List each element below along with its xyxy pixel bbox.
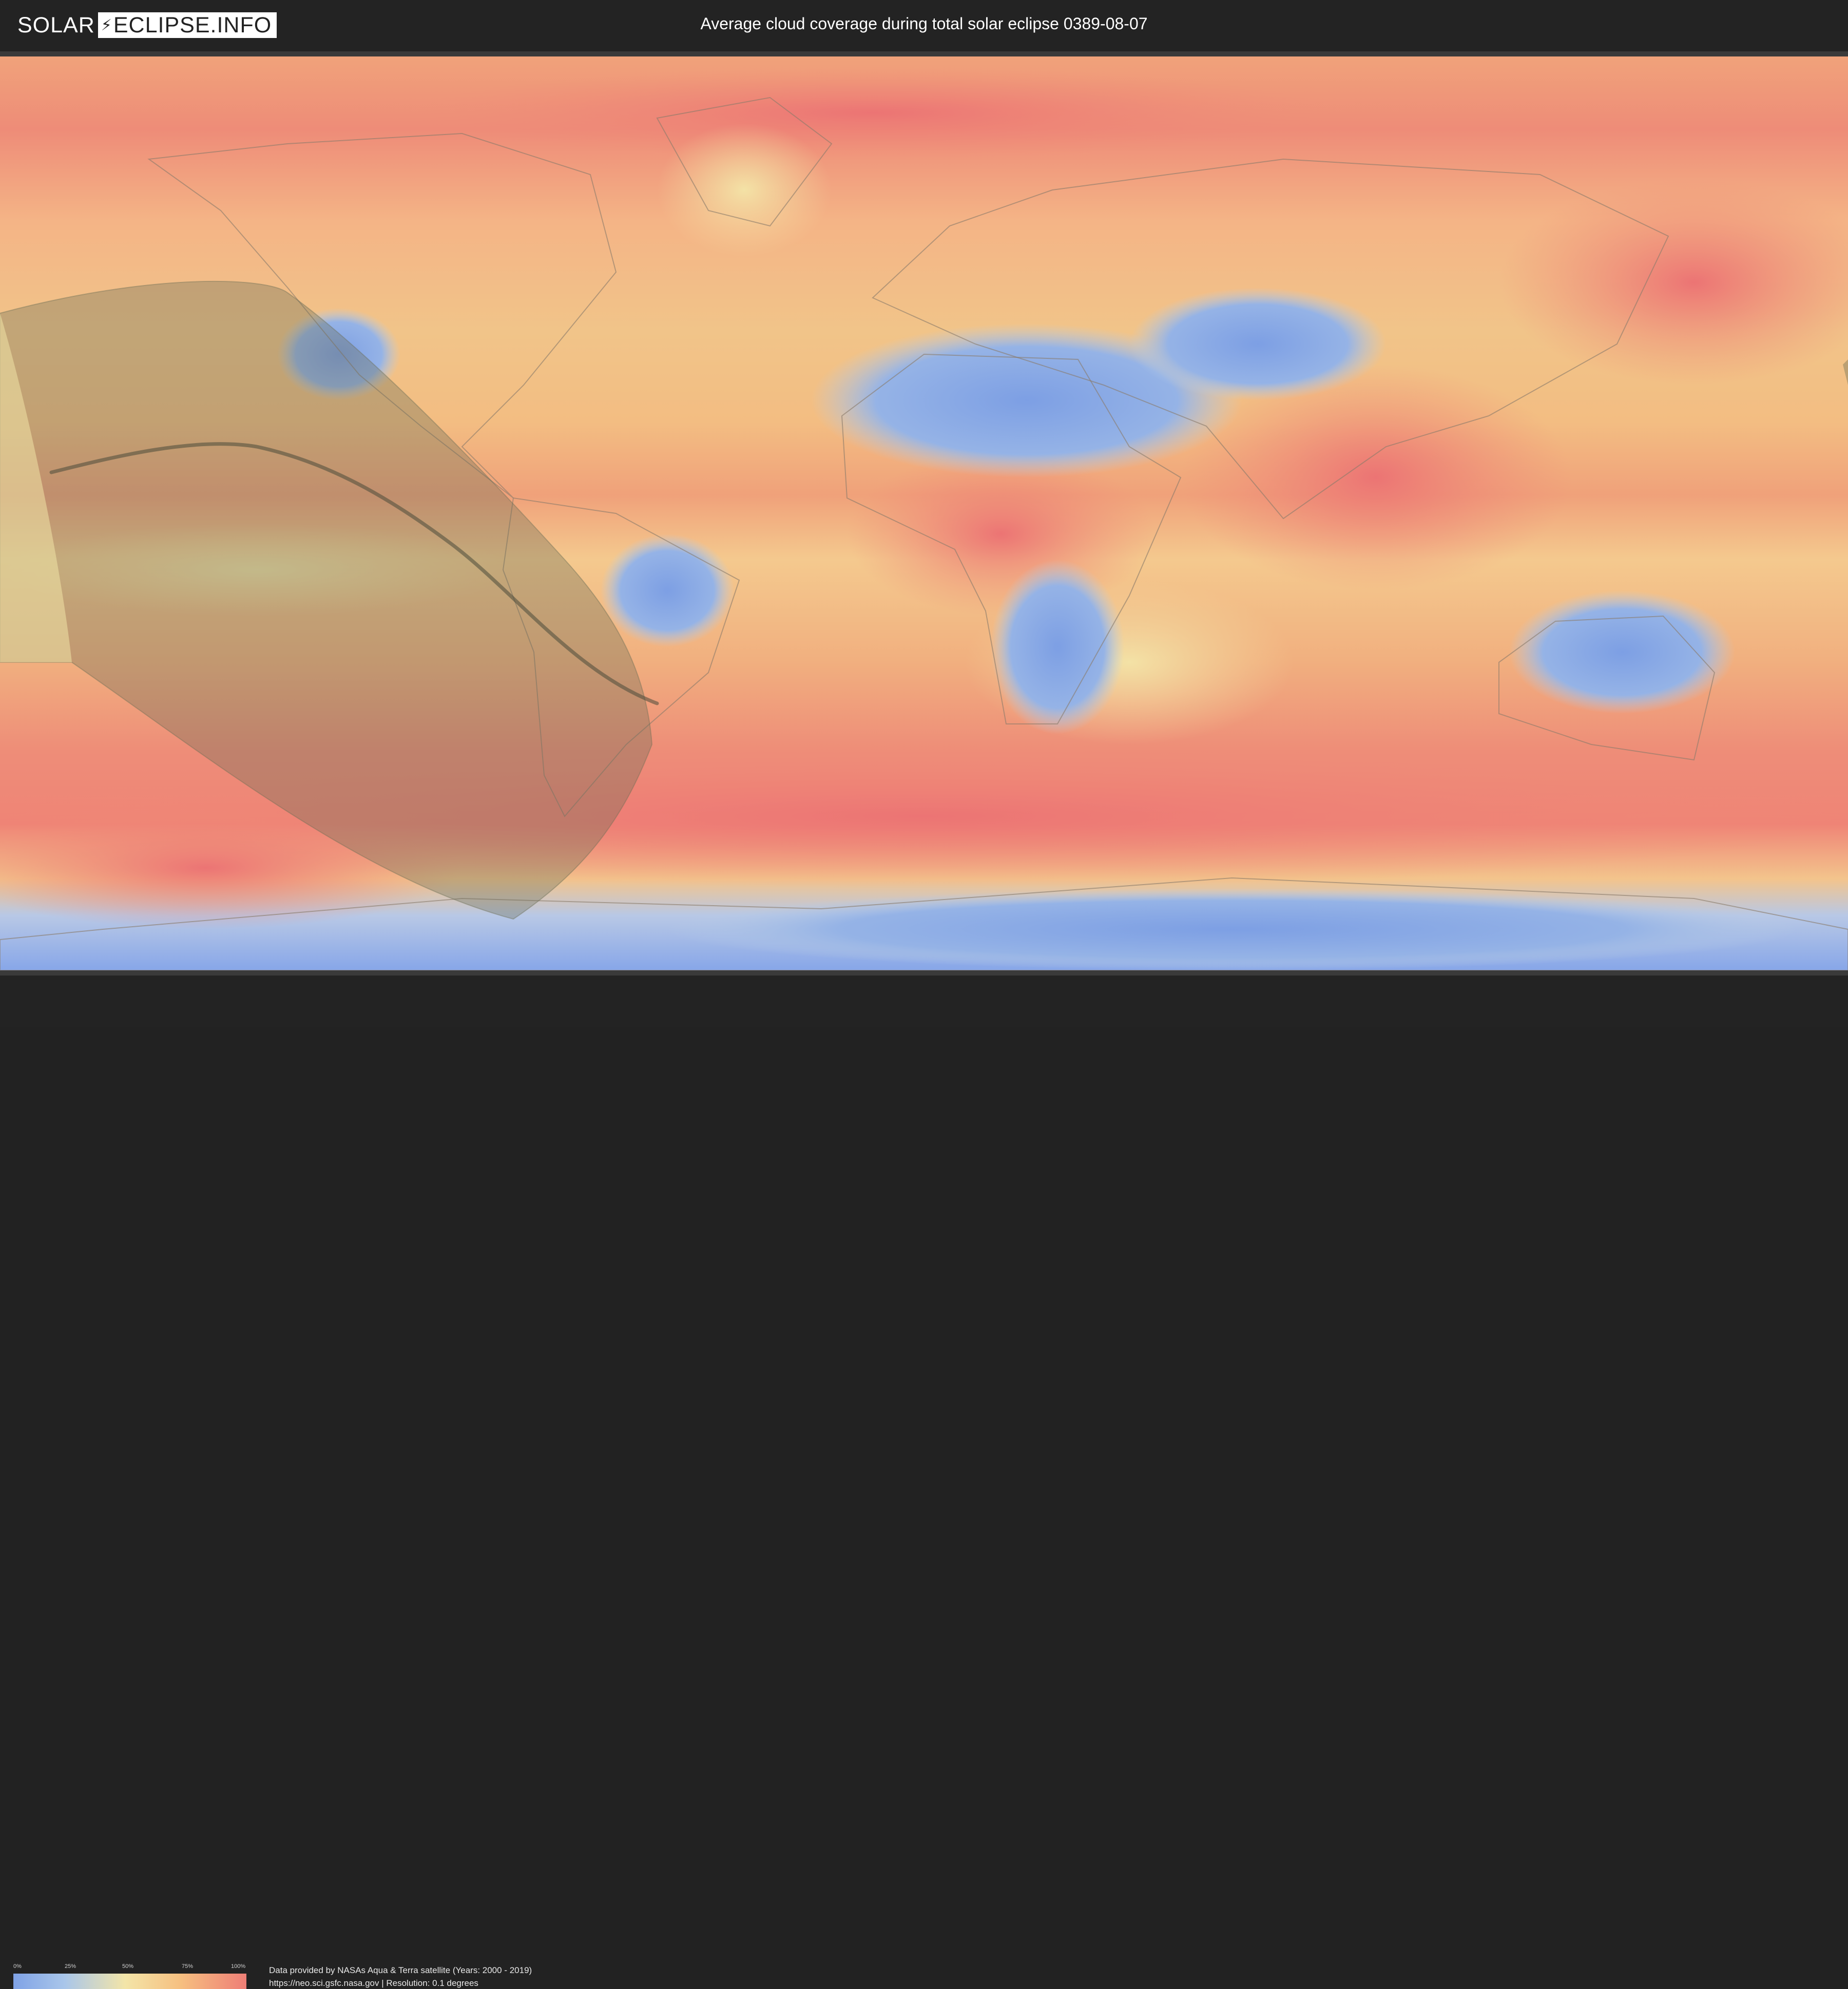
brazil-clear-region [601,534,734,647]
greenland-region [657,123,832,257]
antarctica-clear-region [667,888,1797,970]
data-credit-line: Data provided by NASAs Aqua & Terra sate… [269,1965,532,1975]
legend-tick: 75% [182,1963,194,1969]
legend-tick: 0% [13,1963,22,1969]
world-map-svg [0,56,1848,970]
cloud-coverage-map[interactable] [0,56,1848,970]
cloud-coverage-legend-bar [13,1974,246,1989]
data-source-line: https://neo.sci.gsfc.nasa.gov | Resoluti… [269,1978,478,1988]
header-bar: SOLAR ⚡ ECLIPSE.INFO Average cloud cover… [0,0,1848,51]
legend-ticks: 0% 25% 50% 75% 100% [13,1963,246,1971]
arctic-cloud-band [411,67,1335,159]
southern-africa-clear-region [991,560,1124,734]
page-title: Average cloud coverage during total sola… [700,14,1148,33]
central-asia-clear-region [1129,288,1386,400]
legend-tick: 25% [65,1963,76,1969]
legend-tick: 50% [122,1963,134,1969]
legend-tick: 100% [231,1963,246,1969]
footer-bar: 0% 25% 50% 75% 100% Data provided by NAS… [0,976,1848,1989]
australia-clear-region [1509,590,1735,714]
